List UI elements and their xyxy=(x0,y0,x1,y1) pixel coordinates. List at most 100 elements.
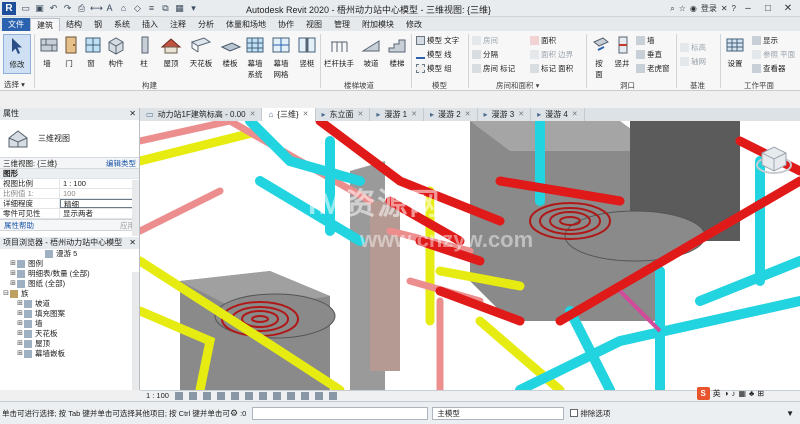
group-label-room-area[interactable]: 房间和面积 ▾ xyxy=(496,80,539,91)
curtain-system-button[interactable]: 幕墙 系统 xyxy=(244,34,266,80)
exchange-icon[interactable]: ✕ xyxy=(721,4,728,13)
save-icon[interactable]: ▣ xyxy=(34,3,45,14)
expand-toggle-icon[interactable]: ⊞ xyxy=(16,349,24,359)
browser-tree-item[interactable]: ⊞ 幕墙嵌板 xyxy=(0,349,139,359)
render-icon[interactable] xyxy=(230,392,239,400)
close-tab-icon[interactable]: ✕ xyxy=(465,108,471,121)
view-tab[interactable]: ⌂ {三维} ✕ xyxy=(262,108,316,121)
open-icon[interactable]: ▭ xyxy=(20,3,31,14)
edit-type-button[interactable]: 编辑类型 xyxy=(106,158,136,168)
browser-scrollbar[interactable] xyxy=(132,272,139,390)
skin-icon[interactable]: ♣ xyxy=(749,389,754,398)
dormer-opening-button[interactable]: 老虎窗 xyxy=(636,63,670,74)
room-tag-button[interactable]: 房间 标记 xyxy=(472,63,515,74)
view-tab[interactable]: ▸ 漫游 2 ✕ xyxy=(424,108,478,121)
minimize-icon[interactable]: – xyxy=(740,3,756,14)
show-workplane-button[interactable]: 显示 xyxy=(752,35,778,46)
close-tab-icon[interactable]: ✕ xyxy=(572,108,578,121)
type-selector[interactable]: 三维视图 xyxy=(0,120,139,158)
temp-hide-icon[interactable] xyxy=(286,392,295,400)
properties-scrollbar[interactable] xyxy=(132,180,139,236)
browser-tree-item[interactable]: ⊞ 图例 xyxy=(0,259,139,269)
mullion-button[interactable]: 竖梃 xyxy=(296,34,318,69)
search-icon[interactable]: ⌕ xyxy=(670,4,674,14)
3d-view-icon[interactable]: ⌂ xyxy=(118,3,129,14)
grid-button[interactable]: 轴网 xyxy=(680,56,706,67)
analytical-model-icon[interactable] xyxy=(314,392,323,400)
print-icon[interactable]: ⎙ xyxy=(76,3,87,14)
close-icon[interactable]: ✕ xyxy=(129,237,136,249)
crop-view-icon[interactable] xyxy=(244,392,253,400)
highlight-displacement-icon[interactable] xyxy=(328,392,337,400)
properties-help-link[interactable]: 属性帮助 xyxy=(4,220,34,230)
tab-manage[interactable]: 管理 xyxy=(328,18,356,31)
select-dropdown[interactable]: 选择 ▾ xyxy=(0,79,40,91)
modify-button[interactable]: 修改 xyxy=(3,34,31,74)
ime-menu-icon[interactable]: ⊞ xyxy=(757,389,764,398)
sign-in-link[interactable]: 登录 xyxy=(701,3,717,14)
worksets-icon[interactable]: ⚙ xyxy=(230,408,238,419)
tab-systems[interactable]: 系统 xyxy=(108,18,136,31)
undo-icon[interactable]: ↶ xyxy=(48,3,59,14)
browser-tree-item[interactable]: 漫游 5 xyxy=(0,249,139,259)
tab-steel[interactable]: 钢 xyxy=(88,18,108,31)
browser-tree-item[interactable]: ⊞ 明细表/数量 (全部) xyxy=(0,269,139,279)
component-button[interactable]: 构件 xyxy=(104,34,128,69)
wall-button[interactable]: 墙 xyxy=(38,34,58,69)
shaft-button[interactable]: 竖井 xyxy=(612,34,632,69)
expand-toggle-icon[interactable]: ⊟ xyxy=(2,289,10,299)
area-boundary-button[interactable]: 面积 边界 xyxy=(530,49,573,60)
view-tab[interactable]: ▭ 动力站1F建筑标高 - 0.00 ✕ xyxy=(140,108,263,121)
ceiling-button[interactable]: 天花板 xyxy=(186,34,216,69)
opening-by-face-button[interactable]: 按 面 xyxy=(590,34,609,80)
measure-icon[interactable]: ⟷ xyxy=(90,3,103,14)
expand-toggle-icon[interactable]: ⊞ xyxy=(9,269,17,279)
tab-modify[interactable]: 修改 xyxy=(400,18,428,31)
maximize-icon[interactable]: □ xyxy=(760,3,776,14)
filter-icon[interactable]: ▼ xyxy=(786,409,794,418)
close-tab-icon[interactable]: ✕ xyxy=(250,108,256,121)
stair-button[interactable]: 楼梯 xyxy=(386,34,408,69)
model-3d-scene[interactable] xyxy=(140,121,800,390)
design-option-selector[interactable]: 主模型 xyxy=(432,406,565,420)
parts-visibility-field[interactable]: 显示两者 xyxy=(60,209,139,218)
sun-path-icon[interactable] xyxy=(202,392,211,400)
expand-toggle-icon[interactable]: ⊞ xyxy=(16,329,24,339)
close-tab-icon[interactable]: ✕ xyxy=(358,108,364,121)
view-scale-label[interactable]: 1 : 100 xyxy=(146,391,169,401)
star-icon[interactable]: ☆ xyxy=(679,4,686,13)
view-tab[interactable]: ▸ 漫游 1 ✕ xyxy=(370,108,424,121)
expand-toggle-icon[interactable]: ⊞ xyxy=(16,319,24,329)
sogou-icon[interactable]: S xyxy=(696,386,710,400)
lock-view-icon[interactable] xyxy=(272,392,281,400)
tab-massing-site[interactable]: 体量和场地 xyxy=(220,18,272,31)
keyboard-icon[interactable]: ▦ xyxy=(738,389,746,398)
thin-lines-icon[interactable]: ≡ xyxy=(146,3,157,14)
workset-field[interactable] xyxy=(252,406,429,420)
area-tag-button[interactable]: 标记 面积 xyxy=(530,63,573,74)
user-icon[interactable]: ◉ xyxy=(690,4,697,13)
ramp-button[interactable]: 坡道 xyxy=(360,34,382,69)
model-line-button[interactable]: 模型 线 xyxy=(416,49,452,60)
window-button[interactable]: 窗 xyxy=(82,34,101,69)
view-tab[interactable]: ▸ 漫游 4 ✕ xyxy=(531,108,585,121)
close-icon[interactable]: ✕ xyxy=(129,108,136,120)
tab-architecture[interactable]: 建筑 xyxy=(30,18,60,31)
expand-toggle-icon[interactable]: ⊞ xyxy=(16,309,24,319)
model-text-button[interactable]: 模型 文字 xyxy=(416,35,459,46)
shadows-icon[interactable] xyxy=(216,392,225,400)
close-tab-icon[interactable]: ✕ xyxy=(411,108,417,121)
close-icon[interactable]: ✕ xyxy=(780,3,796,14)
area-button[interactable]: 面积 xyxy=(530,35,556,46)
redo-icon[interactable]: ↷ xyxy=(62,3,73,14)
vertical-opening-button[interactable]: 垂直 xyxy=(636,49,662,60)
reveal-hidden-icon[interactable] xyxy=(300,392,309,400)
visual-style-icon[interactable] xyxy=(188,392,197,400)
close-hidden-icon[interactable]: ⧉ xyxy=(160,3,171,14)
expand-toggle-icon[interactable]: ⊞ xyxy=(9,259,17,269)
browser-tree-item[interactable]: ⊞ 图纸 (全部) xyxy=(0,279,139,289)
level-button[interactable]: 标高 xyxy=(680,42,706,53)
curtain-grid-button[interactable]: 幕墙 网格 xyxy=(270,34,292,80)
mic-icon[interactable]: ♪ xyxy=(731,389,735,398)
tab-collaborate[interactable]: 协作 xyxy=(272,18,300,31)
